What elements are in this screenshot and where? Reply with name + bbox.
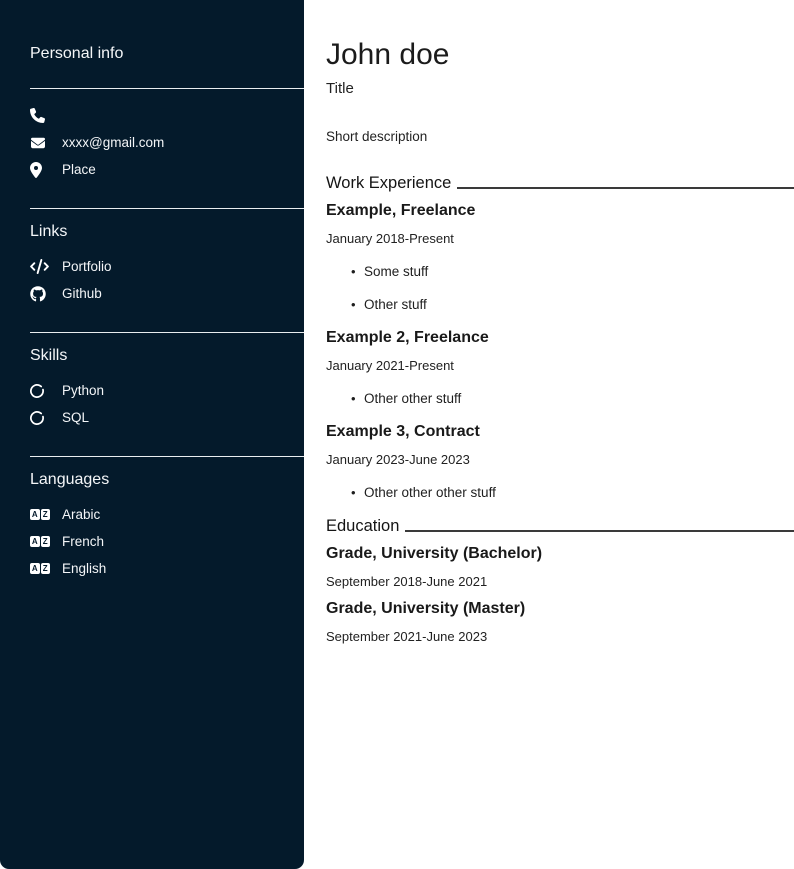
person-title: Title xyxy=(326,80,794,98)
skill-item: Python xyxy=(30,377,304,404)
bullet-item: Other stuff xyxy=(351,297,794,312)
sidebar-divider xyxy=(30,456,304,457)
education-entry: Grade, University (Master) September 202… xyxy=(326,600,794,644)
languages-heading: Languages xyxy=(30,470,304,489)
sidebar: Personal info xxxx@gmail.com Place Links… xyxy=(0,0,304,869)
entry-date: September 2021-June 2023 xyxy=(326,630,794,644)
link-item-portfolio[interactable]: Portfolio xyxy=(30,253,304,280)
work-entry: Example 3, Contract January 2023-June 20… xyxy=(326,423,794,500)
phone-row xyxy=(30,102,304,129)
entry-bullets: Other other other stuff xyxy=(326,485,794,500)
entry-date: January 2021-Present xyxy=(326,359,794,373)
links-heading: Links xyxy=(30,222,304,241)
entry-title: Grade, University (Bachelor) xyxy=(326,545,794,563)
skill-label: Python xyxy=(62,383,104,398)
sidebar-divider xyxy=(30,88,304,89)
work-experience-header: Work Experience xyxy=(326,174,794,193)
language-icon-right: Z xyxy=(41,563,51,574)
place-value: Place xyxy=(62,162,96,177)
place-row: Place xyxy=(30,156,304,183)
entry-title: Example 3, Contract xyxy=(326,423,794,441)
language-icon-left: A xyxy=(30,563,40,574)
work-entry: Example, Freelance January 2018-Present … xyxy=(326,202,794,312)
short-description: Short description xyxy=(326,129,794,145)
section-rule xyxy=(457,187,794,189)
email-row: xxxx@gmail.com xyxy=(30,129,304,156)
link-label[interactable]: Github xyxy=(62,286,102,301)
entry-date: January 2018-Present xyxy=(326,232,794,246)
link-label[interactable]: Portfolio xyxy=(62,259,112,274)
personal-info-heading: Personal info xyxy=(30,44,304,63)
entry-date: September 2018-June 2021 xyxy=(326,575,794,589)
phone-icon xyxy=(30,108,50,123)
entry-title: Example 2, Freelance xyxy=(326,329,794,347)
language-label: English xyxy=(62,561,106,576)
link-item-github[interactable]: Github xyxy=(30,280,304,307)
bullet-item: Some stuff xyxy=(351,264,794,279)
envelope-icon xyxy=(30,136,50,150)
language-icon-left: A xyxy=(30,536,40,547)
section-heading: Education xyxy=(326,517,399,536)
resume-main: John doe Title Short description Work Ex… xyxy=(304,0,794,869)
sidebar-divider xyxy=(30,208,304,209)
work-entry: Example 2, Freelance January 2021-Presen… xyxy=(326,329,794,406)
person-name: John doe xyxy=(326,37,794,72)
entry-bullets: Other other stuff xyxy=(326,391,794,406)
education-header: Education xyxy=(326,517,794,536)
language-icon: A Z xyxy=(30,509,50,520)
bullet-item: Other other stuff xyxy=(351,391,794,406)
github-icon xyxy=(30,286,50,302)
email-value: xxxx@gmail.com xyxy=(62,135,164,150)
education-entry: Grade, University (Bachelor) September 2… xyxy=(326,545,794,589)
entry-title: Example, Freelance xyxy=(326,202,794,220)
section-rule xyxy=(405,530,794,532)
language-icon-left: A xyxy=(30,509,40,520)
skills-heading: Skills xyxy=(30,346,304,365)
language-item: A Z English xyxy=(30,555,304,582)
language-label: Arabic xyxy=(62,507,100,522)
code-icon xyxy=(30,259,50,274)
language-icon: A Z xyxy=(30,563,50,574)
location-pin-icon xyxy=(30,162,50,178)
entry-bullets: Some stuff Other stuff xyxy=(326,264,794,312)
section-heading: Work Experience xyxy=(326,174,451,193)
circle-notch-icon xyxy=(30,411,50,425)
circle-notch-icon xyxy=(30,384,50,398)
language-label: French xyxy=(62,534,104,549)
skill-label: SQL xyxy=(62,410,89,425)
language-icon-right: Z xyxy=(41,509,51,520)
language-icon-right: Z xyxy=(41,536,51,547)
entry-title: Grade, University (Master) xyxy=(326,600,794,618)
skill-item: SQL xyxy=(30,404,304,431)
language-item: A Z Arabic xyxy=(30,501,304,528)
sidebar-divider xyxy=(30,332,304,333)
entry-date: January 2023-June 2023 xyxy=(326,453,794,467)
language-icon: A Z xyxy=(30,536,50,547)
bullet-item: Other other other stuff xyxy=(351,485,794,500)
language-item: A Z French xyxy=(30,528,304,555)
